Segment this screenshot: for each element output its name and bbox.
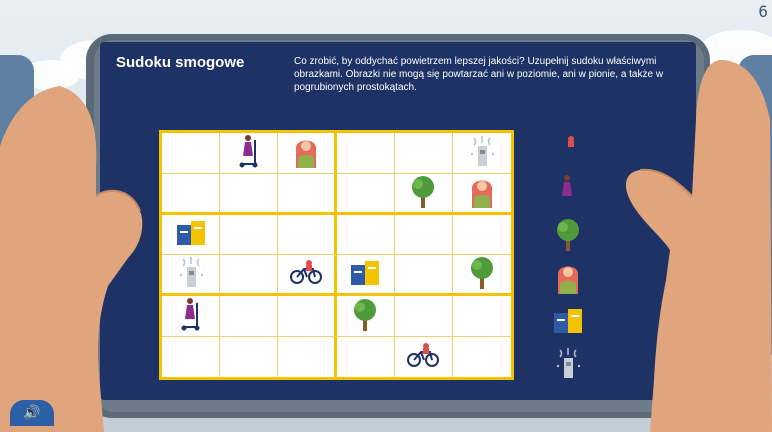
icon-palette <box>548 130 596 388</box>
woman-icon <box>554 260 582 298</box>
sudoku-cell[interactable] <box>162 173 221 215</box>
tree-icon <box>408 174 438 212</box>
sudoku-cell[interactable] <box>394 173 453 215</box>
sudoku-cell[interactable] <box>162 255 221 296</box>
sudoku-cell[interactable] <box>452 174 511 215</box>
sudoku-cell[interactable] <box>452 215 511 255</box>
sudoku-cell[interactable] <box>220 255 279 296</box>
scooter-icon <box>237 134 261 172</box>
sudoku-grid <box>159 130 514 380</box>
purifier-icon <box>176 255 206 293</box>
palette-recycling-bins[interactable] <box>548 302 588 342</box>
speaker-icon: 🔊 <box>23 405 41 421</box>
sudoku-cell[interactable] <box>162 214 221 255</box>
sudoku-cell[interactable] <box>278 255 337 296</box>
sudoku-cell[interactable] <box>336 133 395 174</box>
recycling-bins-icon <box>175 217 207 251</box>
woman-icon <box>292 134 320 172</box>
sudoku-cell[interactable] <box>453 337 511 378</box>
sudoku-cell[interactable] <box>394 255 453 296</box>
tree-icon <box>467 255 497 293</box>
recycling-bins-icon <box>349 257 381 291</box>
palette-scooter[interactable] <box>548 173 588 213</box>
tree-icon <box>553 217 583 255</box>
right-hand <box>625 60 772 432</box>
bicycle-icon <box>406 342 440 372</box>
sudoku-cell[interactable] <box>162 296 221 337</box>
sudoku-cell[interactable] <box>337 336 395 377</box>
sudoku-cell[interactable] <box>278 173 337 215</box>
sudoku-cell[interactable] <box>394 133 453 174</box>
sudoku-cell[interactable] <box>220 173 279 215</box>
sudoku-cell[interactable] <box>394 214 453 255</box>
palette-purifier[interactable] <box>548 345 588 385</box>
sudoku-cell[interactable] <box>336 214 395 255</box>
page-title: Sudoku smogowe <box>116 54 245 71</box>
scooter-icon <box>179 297 203 335</box>
sudoku-cell[interactable] <box>278 133 337 174</box>
left-hand <box>0 86 143 432</box>
sudoku-cell[interactable] <box>220 133 279 174</box>
scooter-icon <box>556 174 580 212</box>
palette-bicycle[interactable] <box>548 130 588 170</box>
woman-icon <box>468 174 496 212</box>
tablet-screen: Sudoku smogowe Co zrobić, by oddychać po… <box>100 42 696 400</box>
page-number: 6 <box>758 2 768 21</box>
recycling-bins-icon <box>552 305 584 339</box>
sudoku-cell[interactable] <box>452 133 511 174</box>
sudoku-cell[interactable] <box>336 173 395 215</box>
palette-woman[interactable] <box>548 259 588 299</box>
tree-icon <box>350 297 380 335</box>
sudoku-cell[interactable] <box>336 296 395 337</box>
sudoku-cell[interactable] <box>278 214 337 255</box>
sudoku-cell[interactable] <box>336 255 395 296</box>
sudoku-cell[interactable] <box>162 133 221 174</box>
sudoku-cell[interactable] <box>220 296 279 337</box>
sudoku-cell[interactable] <box>395 336 453 377</box>
sound-button[interactable]: 🔊 <box>10 400 54 426</box>
sudoku-cell[interactable] <box>452 255 511 296</box>
bicycle-icon <box>289 259 323 289</box>
sudoku-cell[interactable] <box>162 336 221 377</box>
sudoku-cell[interactable] <box>220 336 279 377</box>
sudoku-cell[interactable] <box>394 296 453 337</box>
purifier-icon <box>467 134 497 172</box>
bicycle-icon <box>551 135 585 165</box>
sudoku-cell[interactable] <box>278 336 337 377</box>
palette-tree[interactable] <box>548 216 588 256</box>
sudoku-cell[interactable] <box>220 214 279 255</box>
purifier-icon <box>553 346 583 384</box>
sudoku-cell[interactable] <box>452 296 511 337</box>
sudoku-cell[interactable] <box>278 296 337 337</box>
